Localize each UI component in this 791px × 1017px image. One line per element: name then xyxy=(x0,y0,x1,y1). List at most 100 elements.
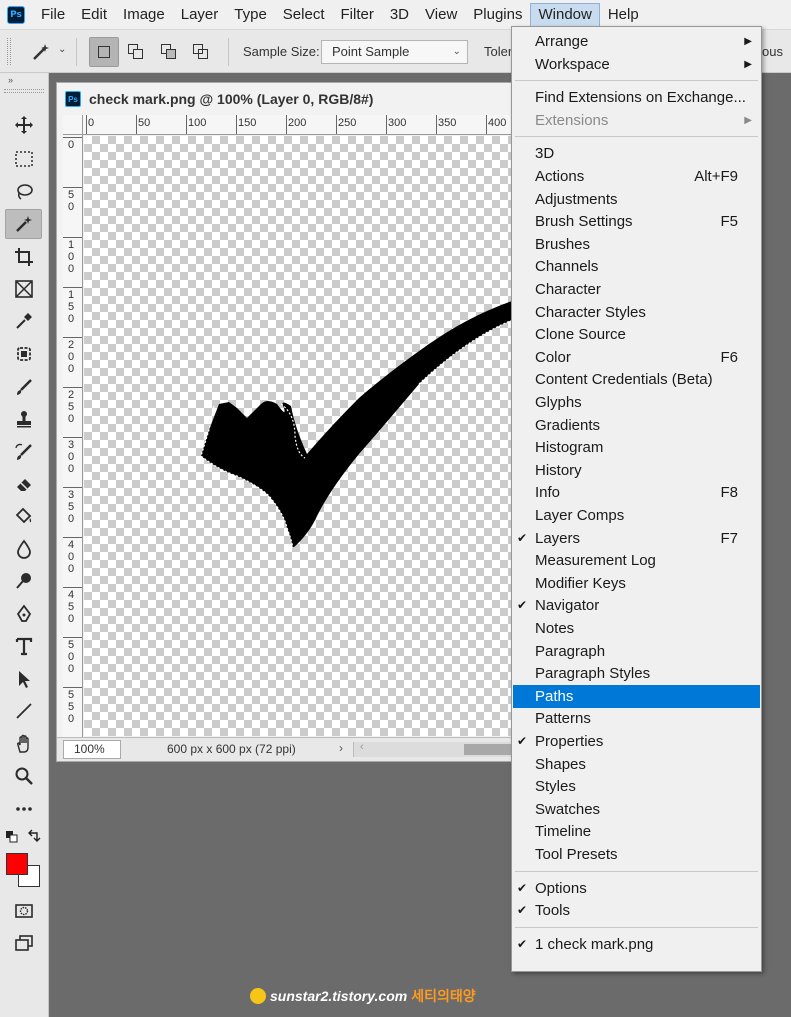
image-canvas[interactable] xyxy=(84,136,527,736)
options-grip[interactable] xyxy=(7,38,11,65)
menu-item-character-styles[interactable]: Character Styles xyxy=(513,301,760,324)
swap-colors-icon[interactable] xyxy=(27,829,41,846)
blur-tool-icon[interactable] xyxy=(5,534,42,564)
menu-item-notes[interactable]: Notes xyxy=(513,617,760,640)
vertical-ruler[interactable]: 0 5 0 1 0 0 1 5 0 2 0 0 2 5 0 3 0 0 3 5 … xyxy=(63,135,83,737)
menu-item-adjustments[interactable]: Adjustments xyxy=(513,188,760,211)
menu-filter[interactable]: Filter xyxy=(333,3,382,27)
ruler-label: 350 xyxy=(438,117,457,129)
menu-item-patterns[interactable]: Patterns xyxy=(513,707,760,730)
menu-item-brush-settings[interactable]: Brush Settings F5 xyxy=(513,210,760,233)
menu-item-glyphs[interactable]: Glyphs xyxy=(513,391,760,414)
menu-item-gradients[interactable]: Gradients xyxy=(513,414,760,437)
menu-item-brushes[interactable]: Brushes xyxy=(513,233,760,256)
menu-item-arrange[interactable]: Arrange ▶ xyxy=(513,30,760,53)
eraser-tool-icon[interactable] xyxy=(5,469,42,499)
menu-item-content-credentials-beta[interactable]: Content Credentials (Beta) xyxy=(513,368,760,391)
toolbar-grip[interactable] xyxy=(4,89,44,93)
menu-item-tools[interactable]: ✔ Tools xyxy=(513,899,760,922)
scroll-left-icon[interactable]: ‹ xyxy=(360,741,364,753)
chevron-down-icon[interactable]: ⌄ xyxy=(58,44,66,55)
document-tab[interactable]: Ps check mark.png @ 100% (Layer 0, RGB/8… xyxy=(57,83,525,115)
menu-item-paragraph[interactable]: Paragraph xyxy=(513,640,760,663)
collapse-icon[interactable]: » xyxy=(0,73,49,87)
frame-tool-icon[interactable] xyxy=(5,274,42,304)
menu-item-navigator[interactable]: ✔ Navigator xyxy=(513,594,760,617)
menu-layer[interactable]: Layer xyxy=(173,3,227,27)
menu-item-measurement-log[interactable]: Measurement Log xyxy=(513,549,760,572)
path-selection-tool-icon[interactable] xyxy=(5,664,42,694)
foreground-color-swatch[interactable] xyxy=(6,853,28,875)
menu-item-paths[interactable]: Paths xyxy=(513,684,760,708)
magic-wand-icon[interactable] xyxy=(26,39,56,65)
menu-item-label: Paths xyxy=(535,687,574,705)
horizontal-ruler[interactable]: 0 50 100 150 200 250 300 350 400 xyxy=(83,115,527,135)
menu-item-paragraph-styles[interactable]: Paragraph Styles xyxy=(513,662,760,685)
menu-item-3d[interactable]: 3D xyxy=(513,142,760,165)
zoom-level-field[interactable]: 100% xyxy=(63,740,121,759)
zoom-tool-icon[interactable] xyxy=(5,761,42,791)
menu-item-timeline[interactable]: Timeline xyxy=(513,820,760,843)
hand-tool-icon[interactable] xyxy=(5,729,42,759)
menu-item-modifier-keys[interactable]: Modifier Keys xyxy=(513,572,760,595)
brush-tool-icon[interactable] xyxy=(5,372,42,402)
menu-item-clone-source[interactable]: Clone Source xyxy=(513,323,760,346)
history-brush-tool-icon[interactable] xyxy=(5,437,42,467)
ruler-origin[interactable] xyxy=(63,115,83,135)
dodge-tool-icon[interactable] xyxy=(5,566,42,596)
menu-item-properties[interactable]: ✔ Properties xyxy=(513,730,760,753)
menu-item-info[interactable]: Info F8 xyxy=(513,481,760,504)
menu-item-tool-presets[interactable]: Tool Presets xyxy=(513,843,760,866)
more-tools-icon[interactable] xyxy=(5,794,42,824)
menu-item-options[interactable]: ✔ Options xyxy=(513,877,760,900)
screen-mode-icon[interactable] xyxy=(5,928,42,958)
menu-item-workspace[interactable]: Workspace ▶ xyxy=(513,53,760,76)
checkmark-icon: ✔ xyxy=(517,936,528,951)
move-tool-icon[interactable] xyxy=(5,110,42,140)
default-colors-icon[interactable] xyxy=(6,831,18,846)
lasso-tool-icon[interactable] xyxy=(5,177,42,207)
menu-3d[interactable]: 3D xyxy=(382,3,417,27)
menu-select[interactable]: Select xyxy=(275,3,333,27)
menu-item-color[interactable]: Color F6 xyxy=(513,346,760,369)
spot-healing-tool-icon[interactable] xyxy=(5,339,42,369)
menu-item-swatches[interactable]: Swatches xyxy=(513,798,760,821)
crop-tool-icon[interactable] xyxy=(5,242,42,272)
menu-item-layers[interactable]: ✔ Layers F7 xyxy=(513,527,760,550)
quick-mask-icon[interactable] xyxy=(5,896,42,926)
menu-plugins[interactable]: Plugins xyxy=(465,3,530,27)
menu-item-find-extensions-on-exchange[interactable]: Find Extensions on Exchange... xyxy=(513,86,760,109)
menu-item-styles[interactable]: Styles xyxy=(513,775,760,798)
menu-item-channels[interactable]: Channels xyxy=(513,255,760,278)
status-menu-arrow-icon[interactable]: › xyxy=(339,741,343,755)
menu-file[interactable]: File xyxy=(33,3,73,27)
add-to-selection-button[interactable] xyxy=(121,37,151,67)
menu-item-1-check-mark-png[interactable]: ✔ 1 check mark.png xyxy=(513,933,760,956)
menu-item-extensions[interactable]: Extensions ▶ xyxy=(513,109,760,132)
menu-window[interactable]: Window xyxy=(530,2,600,27)
paint-bucket-tool-icon[interactable] xyxy=(5,501,42,531)
menu-image[interactable]: Image xyxy=(115,3,173,27)
menu-item-shapes[interactable]: Shapes xyxy=(513,753,760,776)
type-tool-icon[interactable] xyxy=(5,631,42,661)
clone-stamp-tool-icon[interactable] xyxy=(5,404,42,434)
subtract-from-selection-button[interactable] xyxy=(154,37,184,67)
menu-item-history[interactable]: History xyxy=(513,459,760,482)
new-selection-button[interactable] xyxy=(89,37,119,67)
menu-item-actions[interactable]: Actions Alt+F9 xyxy=(513,165,760,188)
menu-edit[interactable]: Edit xyxy=(73,3,115,27)
sample-size-select[interactable]: Point Sample ⌄ xyxy=(321,40,468,64)
menu-item-character[interactable]: Character xyxy=(513,278,760,301)
magic-wand-tool-icon[interactable] xyxy=(5,209,42,239)
pen-tool-icon[interactable] xyxy=(5,599,42,629)
intersect-selection-button[interactable] xyxy=(186,37,216,67)
eyedropper-tool-icon[interactable] xyxy=(5,306,42,336)
marquee-tool-icon[interactable] xyxy=(5,144,42,174)
menu-help[interactable]: Help xyxy=(600,3,647,27)
menu-type[interactable]: Type xyxy=(226,3,275,27)
menu-item-histogram[interactable]: Histogram xyxy=(513,436,760,459)
horizontal-scrollbar[interactable]: ‹ xyxy=(353,741,528,757)
line-tool-icon[interactable] xyxy=(5,696,42,726)
menu-item-layer-comps[interactable]: Layer Comps xyxy=(513,504,760,527)
menu-view[interactable]: View xyxy=(417,3,465,27)
